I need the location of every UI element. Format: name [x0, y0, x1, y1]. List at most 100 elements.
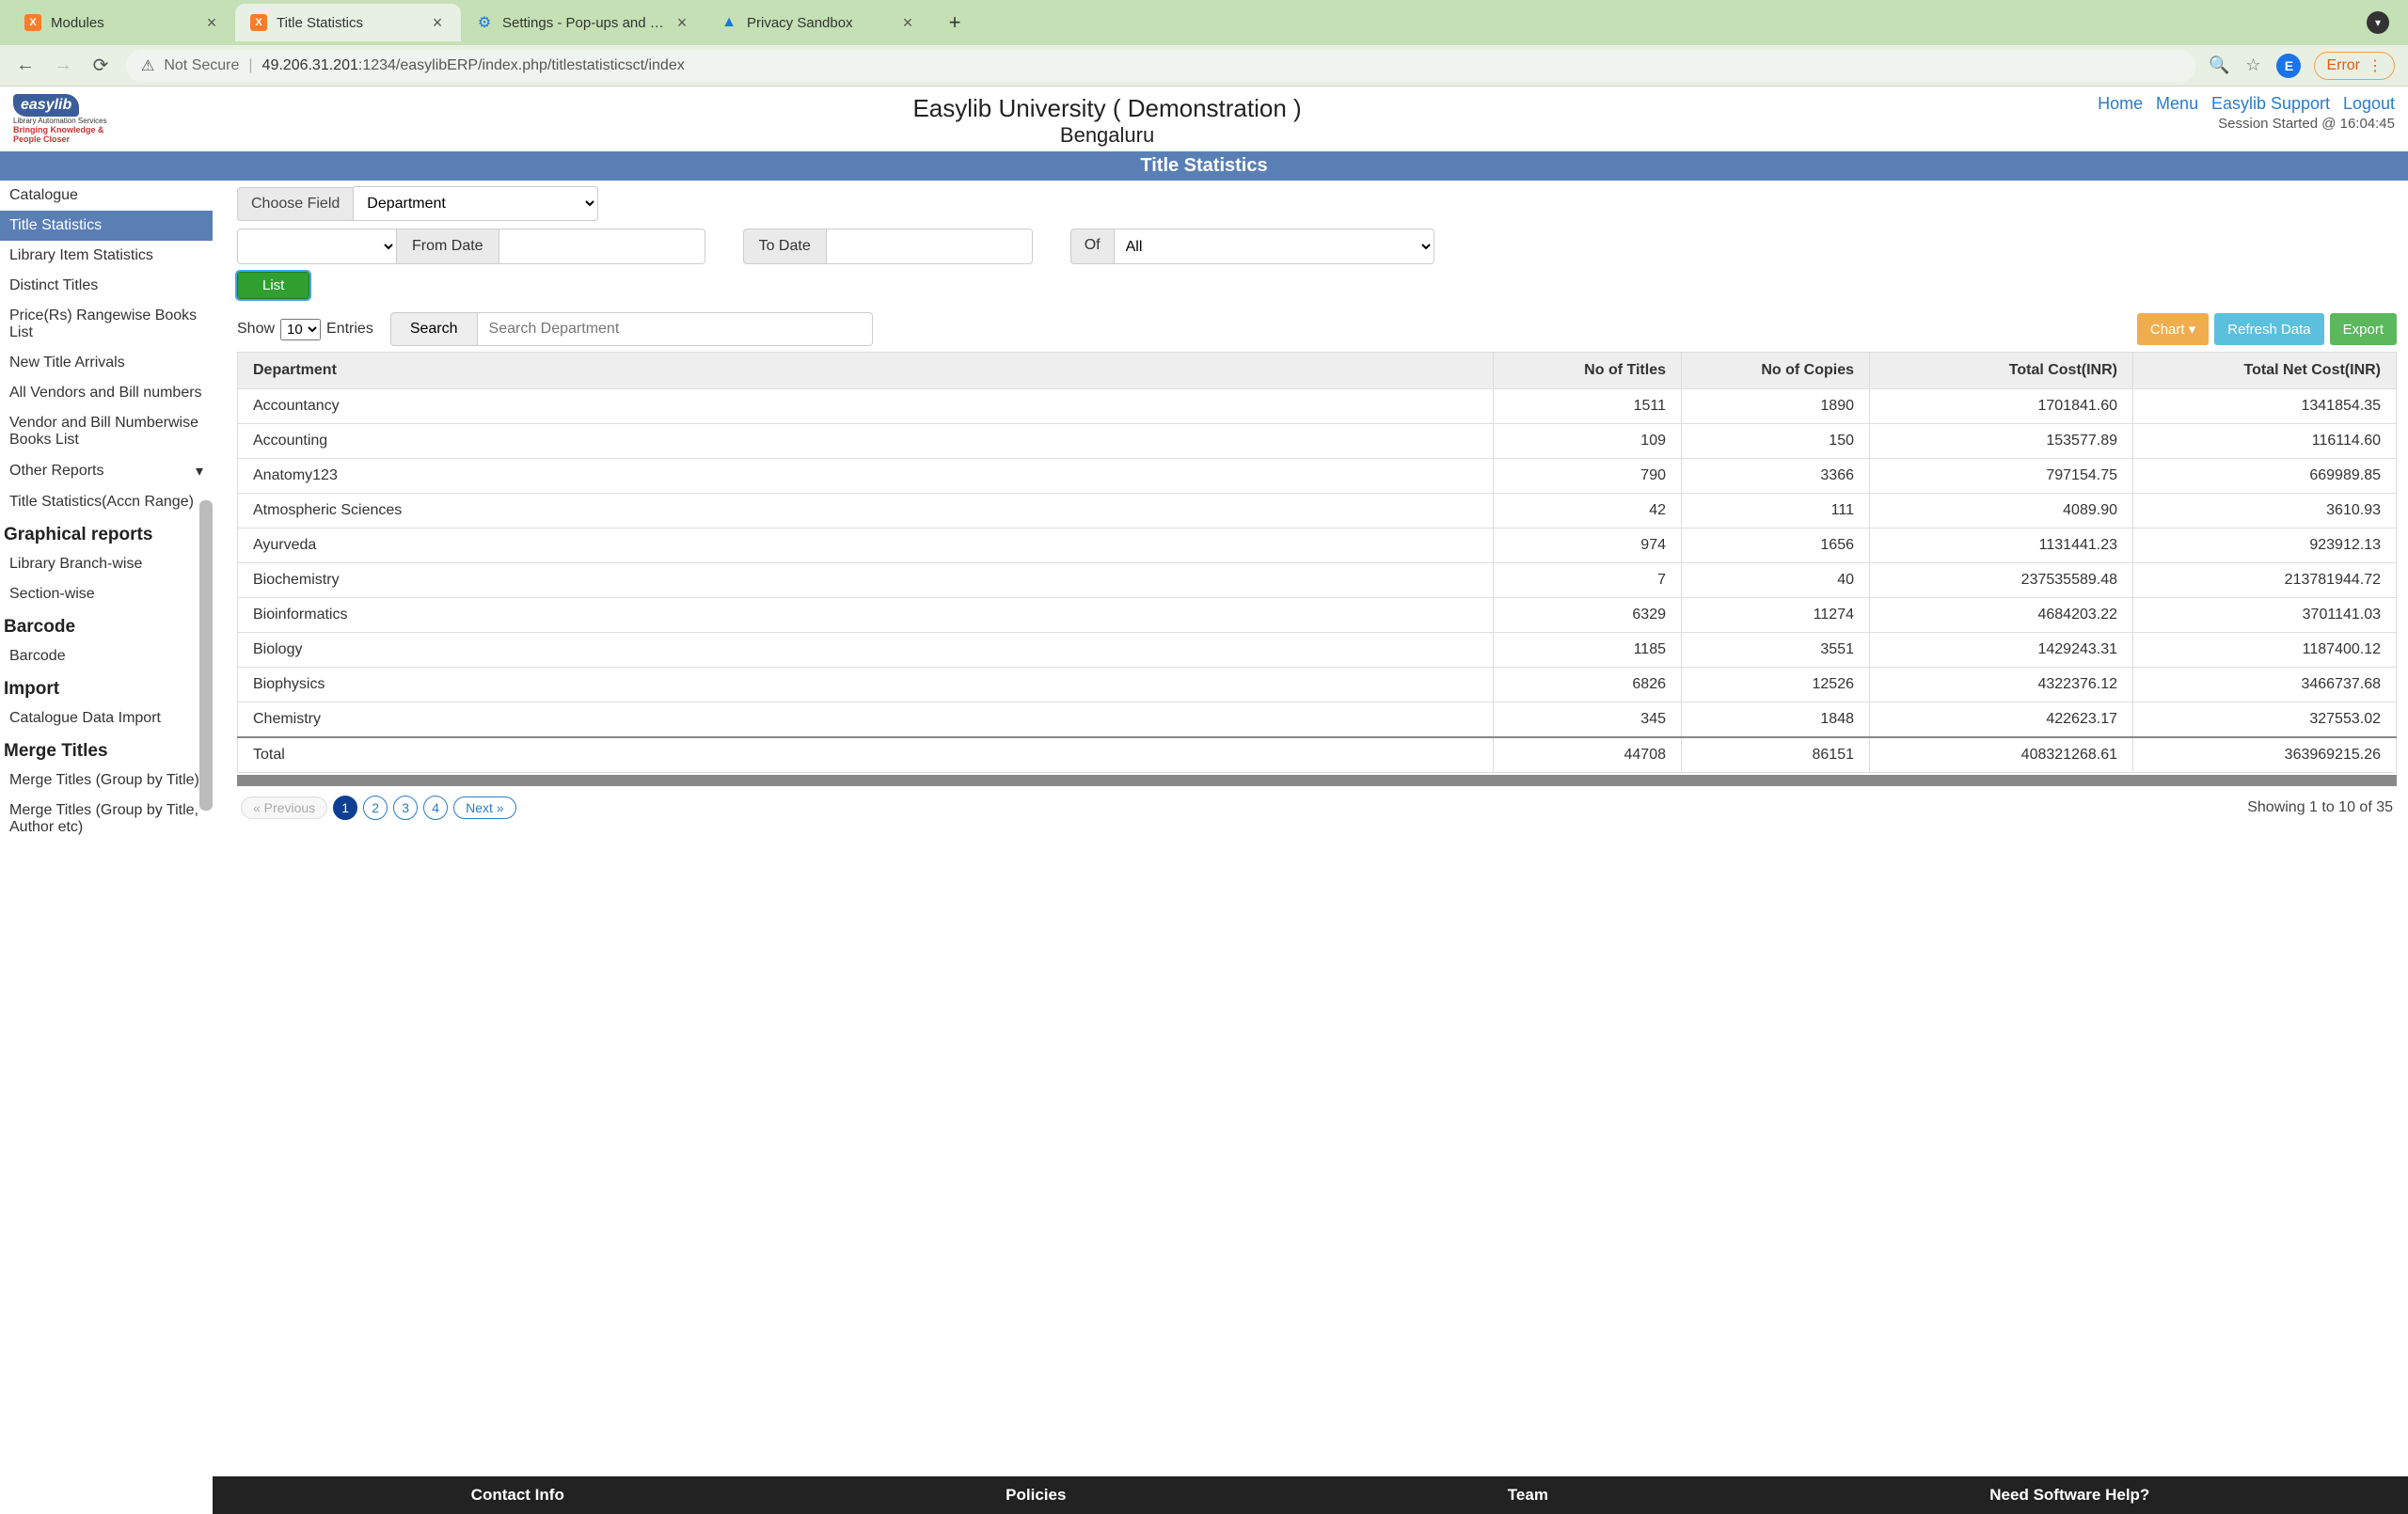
reload-button[interactable]: ⟳ [88, 54, 113, 78]
sidebar-item-merge-by-title[interactable]: Merge Titles (Group by Title) [0, 765, 213, 796]
page-1-button[interactable]: 1 [333, 796, 357, 820]
cell-value: 1890 [1682, 389, 1870, 424]
tab-privacy-sandbox[interactable]: ▲ Privacy Sandbox × [705, 4, 931, 41]
cell-value: 3366 [1682, 459, 1870, 494]
tab-settings[interactable]: ⚙ Settings - Pop-ups and redirec × [461, 4, 705, 41]
cell-value: 3701141.03 [2133, 598, 2397, 633]
refresh-button[interactable]: Refresh Data [2214, 313, 2323, 345]
extension-error-button[interactable]: Error⋮ [2314, 52, 2395, 80]
next-page-button[interactable]: Next » [453, 796, 515, 819]
showing-text: Showing 1 to 10 of 35 [2247, 799, 2393, 816]
cell-department: Anatomy123 [238, 459, 1494, 494]
field-select[interactable]: Department [354, 186, 598, 221]
sidebar-item-vendor-bill-books[interactable]: Vendor and Bill Numberwise Books List [0, 408, 213, 455]
cell-value: 40 [1682, 563, 1870, 598]
tab-overflow-icon[interactable]: ▾ [2367, 11, 2389, 34]
cell-value: 12526 [1682, 668, 1870, 702]
sidebar-heading-barcode: Barcode [0, 609, 213, 641]
search-input[interactable] [478, 312, 873, 346]
sidebar-item-other-reports[interactable]: Other Reports▾ [0, 455, 213, 487]
cell-value: 345 [1494, 702, 1682, 738]
of-select[interactable]: All [1115, 229, 1434, 264]
column-header[interactable]: Total Cost(INR) [1870, 353, 2133, 389]
logo[interactable]: easylib Library Automation Services Brin… [13, 94, 126, 144]
sidebar-item-barcode[interactable]: Barcode [0, 641, 213, 671]
entries-select[interactable]: 10 [280, 319, 321, 340]
sidebar-item-catalogue-import[interactable]: Catalogue Data Import [0, 703, 213, 733]
column-header[interactable]: Department [238, 353, 1494, 389]
sidebar-item-catalogue[interactable]: Catalogue [0, 181, 213, 211]
column-header[interactable]: No of Titles [1494, 353, 1682, 389]
url-field[interactable]: ⚠ Not Secure | 49.206.31.201:1234/easyli… [126, 50, 2195, 82]
of-label: Of [1070, 229, 1115, 264]
tab-title: Modules [51, 15, 194, 31]
zoom-icon[interactable]: 🔍 [2209, 55, 2229, 76]
back-button[interactable]: ← [13, 54, 38, 78]
sidebar-item-accn-range[interactable]: Title Statistics(Accn Range) [0, 487, 213, 517]
page-2-button[interactable]: 2 [363, 796, 388, 820]
sidebar-item-distinct-titles[interactable]: Distinct Titles [0, 271, 213, 301]
profile-avatar[interactable]: E [2276, 54, 2301, 78]
total-label: Total [238, 737, 1494, 773]
sidebar-item-library-item-stats[interactable]: Library Item Statistics [0, 241, 213, 271]
table-row: Anatomy1237903366797154.75669989.85 [238, 459, 2397, 494]
scrollbar-thumb[interactable] [199, 500, 213, 811]
page-3-button[interactable]: 3 [393, 796, 418, 820]
warning-icon: ⚠ [141, 56, 154, 75]
close-icon[interactable]: × [673, 14, 690, 31]
table-row: Accounting109150153577.89116114.60 [238, 424, 2397, 459]
prev-page-button[interactable]: « Previous [241, 796, 327, 819]
sidebar-item-vendors-bills[interactable]: All Vendors and Bill numbers [0, 378, 213, 408]
from-date-type-select[interactable] [237, 229, 397, 264]
tab-modules[interactable]: X Modules × [9, 4, 235, 41]
cell-department: Accounting [238, 424, 1494, 459]
to-date-input[interactable] [826, 229, 1033, 264]
sidebar-item-title-statistics[interactable]: Title Statistics [0, 211, 213, 241]
nav-support[interactable]: Easylib Support [2211, 94, 2330, 113]
cell-value: 790 [1494, 459, 1682, 494]
sidebar-heading-import: Import [0, 671, 213, 703]
sidebar-item-branch-wise[interactable]: Library Branch-wise [0, 549, 213, 579]
sidebar-item-new-arrivals[interactable]: New Title Arrivals [0, 348, 213, 378]
from-date-input[interactable] [499, 229, 705, 264]
list-button[interactable]: List [237, 272, 309, 299]
footer-policies[interactable]: Policies [1006, 1486, 1066, 1505]
choose-field-label: Choose Field [237, 187, 354, 221]
bookmark-icon[interactable]: ☆ [2242, 55, 2263, 76]
chart-button[interactable]: Chart ▾ [2137, 313, 2209, 345]
sidebar-item-merge-by-title-author[interactable]: Merge Titles (Group by Title, Author etc… [0, 796, 213, 843]
org-subtitle: Bengaluru [126, 123, 2088, 148]
main-content: Choose Field Department From Date To Dat… [213, 181, 2408, 1514]
export-button[interactable]: Export [2330, 313, 2397, 345]
tab-title-statistics[interactable]: X Title Statistics × [235, 4, 461, 41]
page-4-button[interactable]: 4 [423, 796, 448, 820]
footer-team[interactable]: Team [1508, 1486, 1548, 1505]
footer-help[interactable]: Need Software Help? [1989, 1486, 2149, 1505]
nav-home[interactable]: Home [2098, 94, 2143, 113]
new-tab-button[interactable]: + [941, 8, 969, 37]
close-icon[interactable]: × [899, 14, 916, 31]
column-header[interactable]: No of Copies [1682, 353, 1870, 389]
search-button[interactable]: Search [390, 312, 478, 346]
cell-department: Ayurveda [238, 528, 1494, 563]
close-icon[interactable]: × [203, 14, 220, 31]
forward-button[interactable]: → [51, 54, 75, 78]
not-secure-label: Not Secure [164, 57, 239, 74]
cell-value: 974 [1494, 528, 1682, 563]
cell-value: 6329 [1494, 598, 1682, 633]
footer-contact[interactable]: Contact Info [471, 1486, 564, 1505]
to-date-group: To Date [743, 229, 1033, 264]
address-bar: ← → ⟳ ⚠ Not Secure | 49.206.31.201:1234/… [0, 45, 2408, 87]
cell-value: 4322376.12 [1870, 668, 2133, 702]
cell-department: Chemistry [238, 702, 1494, 738]
sidebar-item-section-wise[interactable]: Section-wise [0, 579, 213, 609]
nav-logout[interactable]: Logout [2343, 94, 2395, 113]
page-banner: Title Statistics [0, 151, 2408, 181]
tab-title: Title Statistics [277, 15, 420, 31]
from-date-group: From Date [237, 229, 705, 264]
nav-menu[interactable]: Menu [2156, 94, 2198, 113]
column-header[interactable]: Total Net Cost(INR) [2133, 353, 2397, 389]
close-icon[interactable]: × [429, 14, 446, 31]
sidebar-item-price-rangewise[interactable]: Price(Rs) Rangewise Books List [0, 301, 213, 348]
to-date-label: To Date [743, 229, 826, 264]
